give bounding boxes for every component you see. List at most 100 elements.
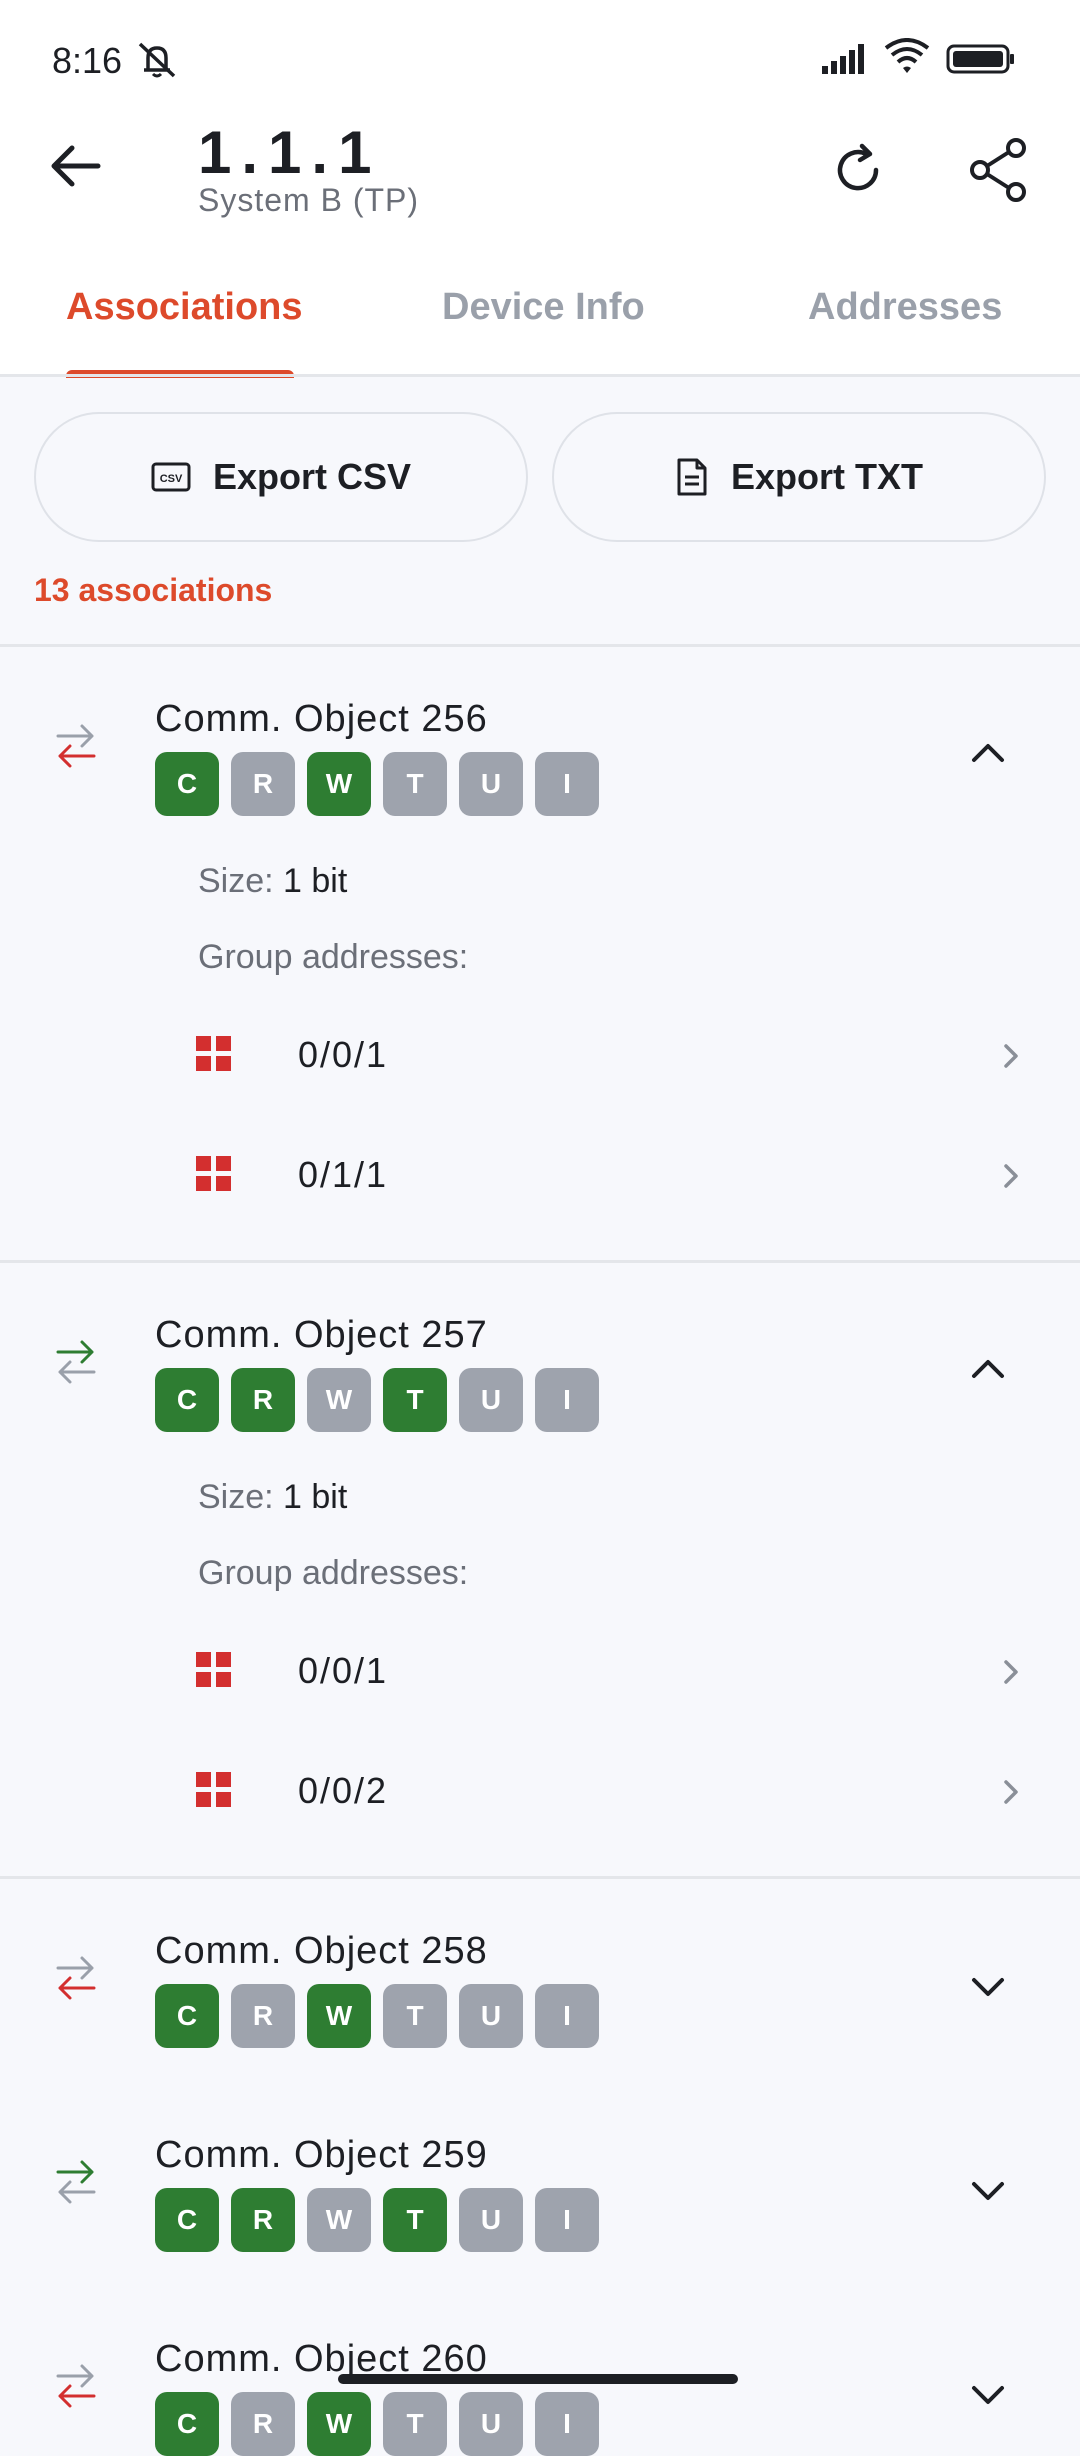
comm-object-name: Comm. Object 258 <box>155 1930 488 1972</box>
group-address-icon <box>196 1772 232 1813</box>
flag-group: CRWTUI <box>155 752 599 816</box>
export-csv-label: Export CSV <box>212 456 412 497</box>
flag-w: W <box>307 2392 371 2456</box>
flag-t: T <box>383 1368 447 1432</box>
direction-arrows-icon <box>54 1334 98 1395</box>
expand-button[interactable] <box>962 2164 1014 2216</box>
page-subtitle: System B (TP) <box>198 182 420 218</box>
status-bar: 8:16 <box>0 0 1080 120</box>
collapse-button[interactable] <box>962 728 1014 780</box>
flag-r: R <box>231 1984 295 2048</box>
direction-arrows-icon <box>54 2358 98 2419</box>
flag-c: C <box>155 2188 219 2252</box>
size-label: Size: <box>198 862 274 900</box>
group-addresses-label: Group addresses: <box>198 1554 469 1592</box>
export-txt-button[interactable]: Export TXT <box>552 412 1046 542</box>
flag-r: R <box>231 1368 295 1432</box>
group-address-row[interactable]: 0/1/1 <box>0 1126 1080 1226</box>
csv-icon-text: CSV <box>160 473 183 485</box>
flag-u: U <box>459 1368 523 1432</box>
association-count: 13 associations <box>34 572 273 608</box>
size-info: Size: 1 bit <box>198 1478 347 1517</box>
group-address-row[interactable]: 0/0/1 <box>0 1006 1080 1106</box>
list-divider <box>0 644 1080 647</box>
flag-c: C <box>155 2392 219 2456</box>
flag-group: CRWTUI <box>155 2392 599 2456</box>
export-csv-button[interactable]: CSV Export CSV <box>34 412 528 542</box>
group-address-icon <box>196 1036 232 1077</box>
size-label: Size: <box>198 1478 274 1516</box>
flag-r: R <box>231 752 295 816</box>
group-address-row[interactable]: 0/0/1 <box>0 1622 1080 1722</box>
size-value: 1 bit <box>283 862 348 900</box>
tab-bar: Associations Device Info Addresses <box>0 264 1080 378</box>
flag-c: C <box>155 752 219 816</box>
export-txt-label: Export TXT <box>730 456 923 497</box>
flag-w: W <box>307 2188 371 2252</box>
group-address-icon <box>196 1652 232 1693</box>
list-divider <box>0 1876 1080 1879</box>
chevron-right-icon <box>996 1156 1026 1201</box>
chevron-right-icon <box>996 1652 1026 1697</box>
flag-u: U <box>459 1984 523 2048</box>
refresh-button[interactable] <box>822 134 894 206</box>
back-button[interactable] <box>40 130 112 202</box>
flag-i: I <box>535 2188 599 2252</box>
comm-object-name: Comm. Object 259 <box>155 2134 488 2176</box>
battery-icon <box>946 44 1016 79</box>
group-addresses-label: Group addresses: <box>198 938 469 976</box>
group-address: 0/1/1 <box>298 1154 389 1195</box>
comm-object-name: Comm. Object 257 <box>155 1314 488 1356</box>
list-divider <box>0 1260 1080 1263</box>
back-arrow-icon <box>51 145 101 187</box>
flag-w: W <box>307 1368 371 1432</box>
flag-r: R <box>231 2392 295 2456</box>
flag-r: R <box>231 2188 295 2252</box>
flag-t: T <box>383 1984 447 2048</box>
flag-group: CRWTUI <box>155 1368 599 1432</box>
csv-file-icon: CSV <box>151 462 191 492</box>
direction-arrows-icon <box>54 1950 98 2011</box>
flag-t: T <box>383 752 447 816</box>
muted-bell-icon <box>134 40 180 85</box>
comm-object-name: Comm. Object 256 <box>155 698 488 740</box>
flag-i: I <box>535 1368 599 1432</box>
chevron-right-icon <box>996 1036 1026 1081</box>
status-time: 8:16 <box>52 40 123 81</box>
group-address: 0/0/1 <box>298 1650 389 1691</box>
expand-button[interactable] <box>962 1960 1014 2012</box>
home-indicator[interactable] <box>338 2374 738 2384</box>
tab-addresses[interactable]: Addresses <box>808 286 1002 329</box>
flag-w: W <box>307 1984 371 2048</box>
direction-arrows-icon <box>54 2154 98 2215</box>
flag-c: C <box>155 1984 219 2048</box>
signal-icon <box>822 42 872 79</box>
flag-w: W <box>307 752 371 816</box>
tab-divider <box>0 374 1080 377</box>
refresh-icon <box>837 143 879 191</box>
flag-u: U <box>459 2188 523 2252</box>
expand-button[interactable] <box>962 2368 1014 2420</box>
flag-t: T <box>383 2188 447 2252</box>
collapse-button[interactable] <box>962 1344 1014 1396</box>
direction-arrows-icon <box>54 718 98 779</box>
share-button[interactable] <box>962 134 1038 206</box>
group-address: 0/0/2 <box>298 1770 389 1811</box>
tab-associations[interactable]: Associations <box>66 286 303 329</box>
tab-device-info[interactable]: Device Info <box>442 286 645 329</box>
flag-i: I <box>535 752 599 816</box>
group-address-row[interactable]: 0/0/2 <box>0 1742 1080 1842</box>
flag-i: I <box>535 2392 599 2456</box>
share-icon <box>970 138 1026 202</box>
flag-t: T <box>383 2392 447 2456</box>
chevron-right-icon <box>996 1772 1026 1817</box>
page-title: 1.1.1 <box>198 119 382 186</box>
document-icon <box>677 458 707 496</box>
size-value: 1 bit <box>283 1478 348 1516</box>
flag-c: C <box>155 1368 219 1432</box>
size-info: Size: 1 bit <box>198 862 347 901</box>
flag-i: I <box>535 1984 599 2048</box>
flag-u: U <box>459 2392 523 2456</box>
top-area: 8:16 1.1.1 System B (TP) Associations De… <box>0 0 1080 378</box>
group-address-icon <box>196 1156 232 1197</box>
